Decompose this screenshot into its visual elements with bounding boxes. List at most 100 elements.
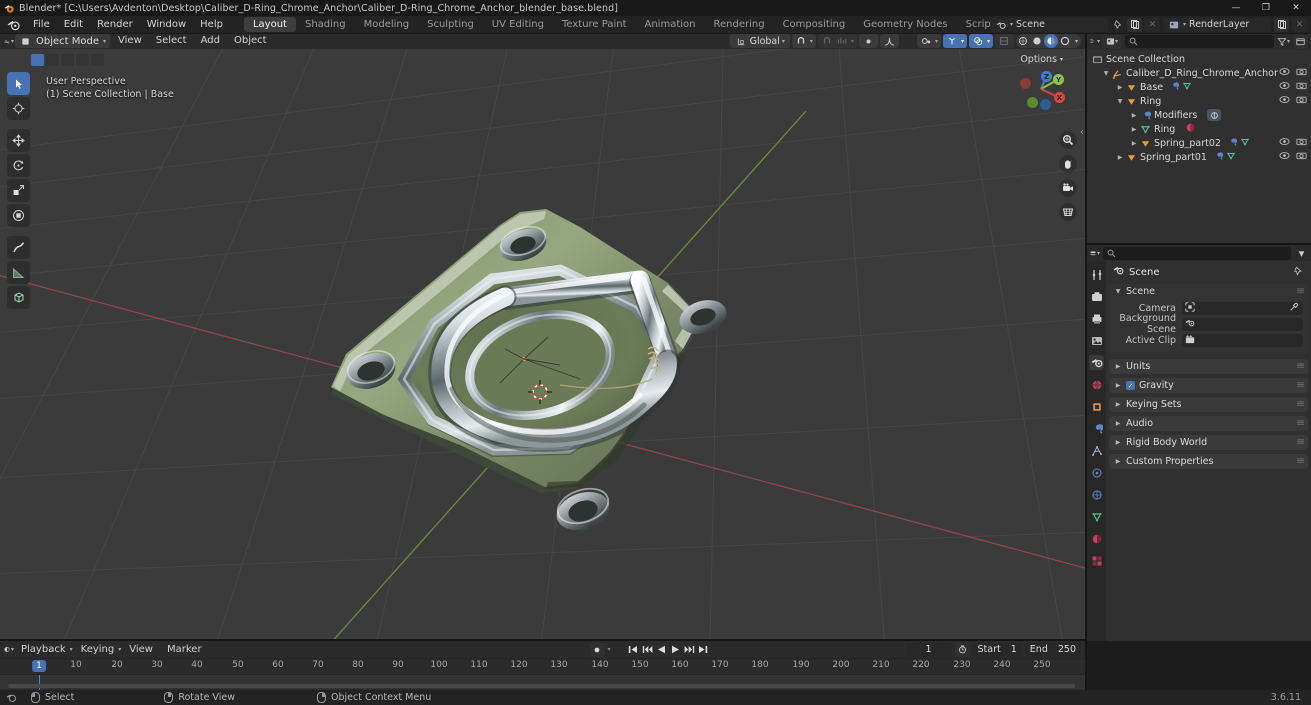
- tab-texture-paint[interactable]: Texture Paint: [553, 17, 636, 32]
- timeline-ruler[interactable]: ‹ 10 20 30 40 50 60 70 80 90 100 110 120…: [0, 658, 1085, 689]
- world-tab[interactable]: [1089, 377, 1104, 392]
- transform-orientation-selector[interactable]: Global ▾: [729, 34, 790, 48]
- viewport-menu-select[interactable]: Select: [150, 34, 193, 48]
- outliner-row-spring-part01[interactable]: ▶ Spring_part01: [1087, 150, 1311, 164]
- zoom-icon[interactable]: [1059, 131, 1077, 149]
- output-tab[interactable]: [1089, 311, 1104, 326]
- gizmo-axis-x[interactable]: X: [1054, 92, 1065, 103]
- chevron-down-icon[interactable]: ▼: [1114, 288, 1122, 295]
- properties-options-chevron-icon[interactable]: ▾: [1295, 247, 1308, 260]
- scene-panel-header[interactable]: ▼ Scene: [1109, 284, 1308, 299]
- tab-shading[interactable]: Shading: [296, 17, 355, 32]
- maximize-button[interactable]: ❐: [1251, 0, 1281, 16]
- editor-separator-vertical[interactable]: [1085, 33, 1087, 690]
- rendered-shading-button[interactable]: [1058, 34, 1072, 48]
- material-icon[interactable]: [1185, 122, 1196, 136]
- wireframe-shading-button[interactable]: [1016, 34, 1030, 48]
- navigation-gizmo[interactable]: Z Y X: [1013, 61, 1069, 117]
- editor-separator-horizontal-bottom[interactable]: [0, 639, 1085, 641]
- units-panel-header[interactable]: ▶ Units: [1109, 359, 1308, 374]
- gizmo-toggle[interactable]: ▾: [942, 34, 967, 48]
- outliner-row-ring[interactable]: ▼ Ring: [1087, 94, 1311, 108]
- timeline-menu-keying[interactable]: Keying: [75, 643, 121, 657]
- proportional-editing-toggle[interactable]: [858, 34, 878, 48]
- mesh-data-icon[interactable]: [1182, 81, 1192, 94]
- blender-menu-icon[interactable]: [6, 18, 22, 32]
- constraints-tab[interactable]: [1089, 487, 1104, 502]
- custom-properties-panel[interactable]: ▶ Custom Properties: [1109, 454, 1308, 469]
- units-panel[interactable]: ▶ Units: [1109, 359, 1308, 374]
- select-set-icon[interactable]: [31, 54, 44, 66]
- annotate-tool[interactable]: [7, 236, 30, 259]
- camera-view-icon[interactable]: [1059, 179, 1077, 197]
- jump-to-start-button[interactable]: [627, 643, 640, 657]
- chevron-right-icon[interactable]: ▶: [1114, 401, 1122, 408]
- chevron-right-icon[interactable]: ▶: [1114, 363, 1122, 370]
- menu-render[interactable]: Render: [90, 16, 140, 33]
- keying-sets-panel-header[interactable]: ▶ Keying Sets: [1109, 397, 1308, 412]
- chevron-right-icon[interactable]: ▶: [1129, 112, 1139, 119]
- chevron-right-icon[interactable]: ▶: [1114, 458, 1122, 465]
- modifier-tab[interactable]: [1089, 421, 1104, 436]
- camera-render-icon[interactable]: [1296, 151, 1307, 163]
- camera-render-icon[interactable]: [1296, 95, 1307, 107]
- menu-edit[interactable]: Edit: [57, 16, 90, 33]
- pan-hand-icon[interactable]: [1059, 155, 1077, 173]
- chevron-right-icon[interactable]: ▶: [1114, 382, 1122, 389]
- editor-separator-horizontal-right[interactable]: [1087, 243, 1311, 245]
- scene-tab[interactable]: [1089, 355, 1104, 370]
- jump-to-end-button[interactable]: [697, 643, 710, 657]
- outliner-row-spring-part02[interactable]: ▶ Spring_part02: [1087, 136, 1311, 150]
- mirror-modifier-badge[interactable]: [1207, 109, 1222, 121]
- physics-tab[interactable]: [1089, 465, 1104, 480]
- timeline-menu-playback[interactable]: Playback: [15, 643, 72, 657]
- particles-tab[interactable]: [1089, 443, 1104, 458]
- viewport-menu-add[interactable]: Add: [195, 34, 226, 48]
- minimize-button[interactable]: —: [1221, 0, 1251, 16]
- delete-view-layer-button[interactable]: ✕: [1292, 17, 1307, 32]
- snap-selector[interactable]: ▾: [791, 34, 816, 48]
- toggle-perspective-icon[interactable]: [1059, 203, 1077, 221]
- outliner-row-scene-collection[interactable]: Scene Collection: [1087, 52, 1311, 66]
- keying-sets-panel[interactable]: ▶ Keying Sets: [1109, 397, 1308, 412]
- timeline-menu-view[interactable]: View: [123, 643, 159, 657]
- audio-panel[interactable]: ▶ Audio: [1109, 416, 1308, 431]
- background-scene-field[interactable]: [1182, 317, 1303, 331]
- object-tab[interactable]: [1089, 399, 1104, 414]
- audio-panel-header[interactable]: ▶ Audio: [1109, 416, 1308, 431]
- viewport-menu-view[interactable]: View: [112, 34, 148, 48]
- timeline-menu-marker[interactable]: Marker: [161, 643, 208, 657]
- chevron-down-icon[interactable]: ▼: [1115, 98, 1125, 105]
- rigid-body-world-panel[interactable]: ▶ Rigid Body World: [1109, 435, 1308, 450]
- outliner-search-input[interactable]: [1125, 35, 1274, 48]
- gizmo-axis-neg-z[interactable]: [1040, 99, 1051, 110]
- camera-field[interactable]: [1182, 301, 1303, 315]
- outliner-new-collection-icon[interactable]: [1293, 34, 1308, 49]
- overlays-toggle[interactable]: ▾: [968, 34, 993, 48]
- chevron-right-icon[interactable]: ▶: [1115, 84, 1125, 91]
- tab-compositing[interactable]: Compositing: [774, 17, 855, 32]
- interaction-mode-selector[interactable]: Object Mode ▾: [15, 34, 111, 48]
- mirror-modifier-icon[interactable]: [1207, 109, 1222, 121]
- pin-scene-icon[interactable]: [1111, 18, 1124, 31]
- pin-id-icon[interactable]: [1293, 266, 1303, 279]
- chevron-right-icon[interactable]: ▶: [1115, 154, 1125, 161]
- transform-tool[interactable]: [7, 204, 30, 227]
- menu-window[interactable]: Window: [140, 16, 193, 33]
- mesh-data-icon[interactable]: [1226, 151, 1236, 164]
- scene-selector[interactable]: ▾ Scene: [990, 17, 1108, 32]
- add-cube-tool[interactable]: [7, 286, 30, 309]
- material-preview-button[interactable]: [1043, 34, 1058, 48]
- tab-layout[interactable]: Layout: [243, 17, 296, 32]
- xray-toggle[interactable]: [994, 34, 1014, 48]
- tab-modeling[interactable]: Modeling: [355, 17, 419, 32]
- frame-end-field[interactable]: End 250: [1024, 642, 1081, 657]
- gravity-panel-header[interactable]: ▶ ✓ Gravity: [1109, 378, 1308, 393]
- new-view-layer-button[interactable]: [1274, 17, 1289, 32]
- solid-shading-button[interactable]: [1030, 34, 1044, 48]
- gizmo-axis-y[interactable]: Y: [1053, 74, 1064, 85]
- tool-tab[interactable]: [1089, 267, 1104, 282]
- chevron-right-icon[interactable]: ▶: [1114, 420, 1122, 427]
- tab-animation[interactable]: Animation: [636, 17, 705, 32]
- jump-to-next-keyframe-button[interactable]: [683, 643, 696, 657]
